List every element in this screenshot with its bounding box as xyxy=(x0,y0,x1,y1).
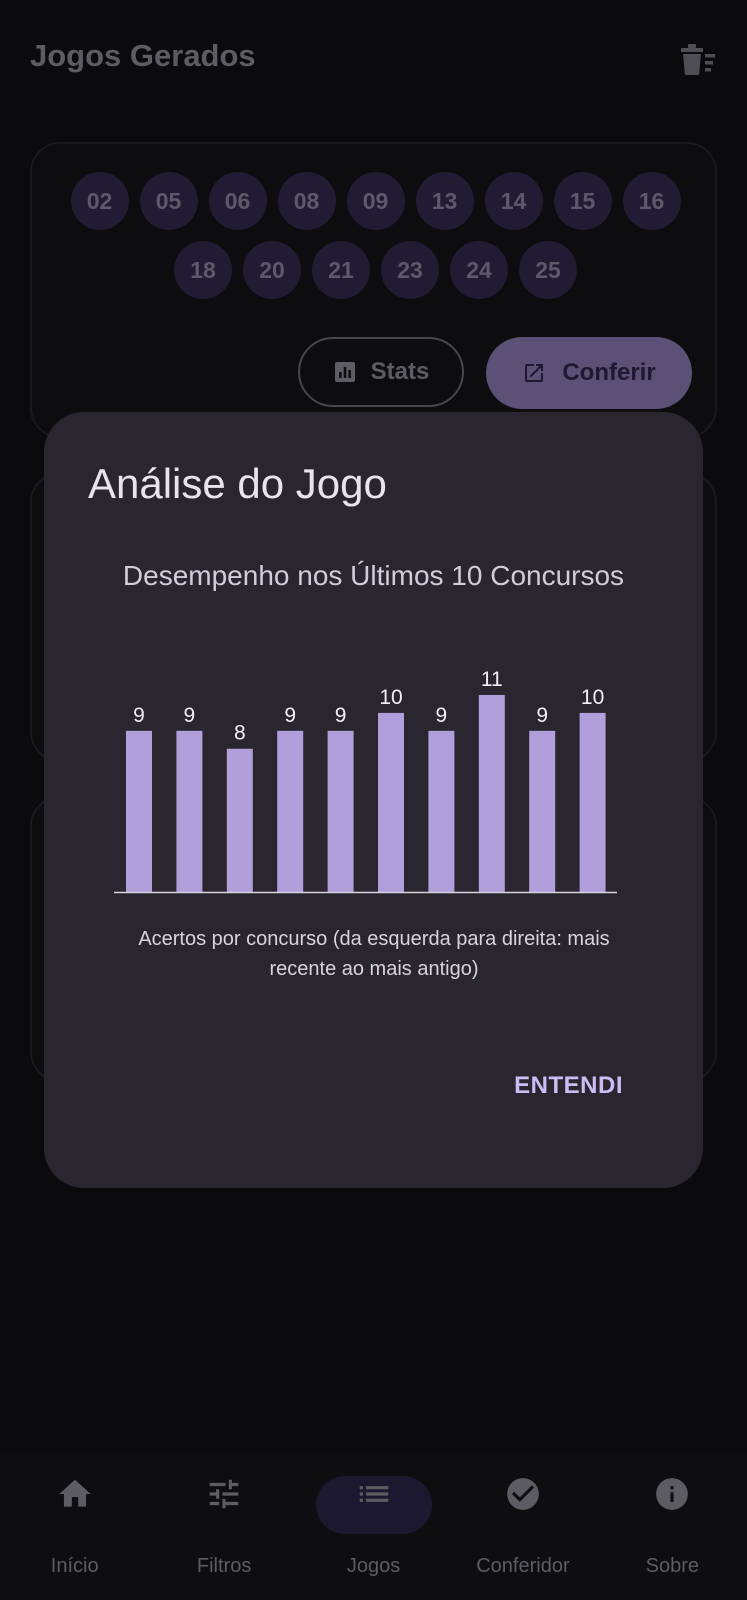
chart-bar xyxy=(378,712,404,892)
number-ball: 06 xyxy=(208,172,267,230)
bar-value-label: 8 xyxy=(234,722,246,745)
number-ball: 05 xyxy=(139,172,198,230)
chart-bar xyxy=(176,730,203,892)
number-balls: 02 05 06 08 09 13 14 15 16 18 20 21 23 24 25 xyxy=(32,172,719,310)
number-ball: 13 xyxy=(415,172,474,230)
bar-value-label: 9 xyxy=(436,704,448,727)
game-card: 02 05 06 08 09 13 14 15 16 18 20 21 23 24 25 Stats Co… xyxy=(30,142,717,438)
open-in-new-icon xyxy=(525,364,544,382)
number-ball: 23 xyxy=(381,241,439,299)
app-bar: Jogos Gerados xyxy=(0,0,747,118)
home-icon xyxy=(58,1479,91,1507)
chart-bar xyxy=(529,730,556,892)
nav-label: Sobre xyxy=(645,1555,700,1577)
chart-caption: Acertos por concurso (da esquerda para d… xyxy=(138,928,610,980)
dialog-title: Análise do Jogo xyxy=(88,460,387,507)
nav-item-sobre[interactable]: Sobre xyxy=(598,1455,747,1600)
bar-value-label: 9 xyxy=(184,704,196,727)
chart-bar xyxy=(478,695,505,892)
number-ball: 24 xyxy=(450,241,508,299)
number-ball: 16 xyxy=(622,172,681,230)
number-ball: 08 xyxy=(277,172,336,230)
page-title: Jogos Gerados xyxy=(30,38,256,73)
nav-item-conferidor[interactable]: Conferidor xyxy=(448,1455,597,1600)
chart-bar xyxy=(126,730,152,892)
bar-value-label: 10 xyxy=(581,686,604,709)
number-ball: 15 xyxy=(553,172,612,230)
conferir-button-label: Conferir xyxy=(562,359,656,386)
analysis-dialog: Análise do Jogo Desempenho nos Últimos 1… xyxy=(44,412,703,1188)
chart-bar xyxy=(327,730,354,892)
nav-item-filtros[interactable]: Filtros xyxy=(149,1455,298,1600)
number-ball: 09 xyxy=(346,172,405,230)
bar-chart-icon xyxy=(334,362,355,382)
number-ball: 20 xyxy=(243,241,301,299)
nav-label: Início xyxy=(50,1555,99,1577)
stats-button-label: Stats xyxy=(370,358,430,385)
number-ball: 14 xyxy=(484,172,543,230)
info-icon xyxy=(656,1478,689,1510)
list-icon xyxy=(359,1486,388,1502)
number-ball: 21 xyxy=(312,241,370,299)
nav-item-inicio[interactable]: Início xyxy=(0,1455,149,1600)
chart-bar xyxy=(579,712,606,892)
chart-bar xyxy=(428,730,455,892)
chart-bar xyxy=(226,748,253,892)
numbers-row-2: 18 20 21 23 24 25 xyxy=(32,241,719,299)
nav-label: Jogos xyxy=(346,1555,401,1577)
entendi-button[interactable]: ENTENDI xyxy=(514,1072,623,1100)
nav-label: Filtros xyxy=(196,1555,252,1577)
number-ball: 02 xyxy=(70,172,129,230)
bar-value-label: 9 xyxy=(335,704,347,727)
stats-button[interactable]: Stats xyxy=(298,337,464,407)
delete-sweep-icon[interactable] xyxy=(677,42,717,78)
number-ball: 25 xyxy=(519,241,577,299)
conferir-button[interactable]: Conferir xyxy=(486,337,692,409)
chart-bar xyxy=(277,730,304,892)
tune-icon xyxy=(209,1479,239,1509)
chart-title: Desempenho nos Últimos 10 Concursos xyxy=(122,560,625,591)
bar-value-label: 9 xyxy=(284,704,296,727)
numbers-row-1: 02 05 06 08 09 13 14 15 16 xyxy=(32,172,719,230)
bar-value-label: 9 xyxy=(133,704,145,727)
bar-value-label: 10 xyxy=(379,686,402,709)
bar-value-label: 9 xyxy=(536,704,548,727)
bar-value-label: 11 xyxy=(481,668,503,691)
nav-item-jogos[interactable]: Jogos xyxy=(299,1455,448,1600)
bottom-navigation: Início Filtros Jogos Conferidor Sobre xyxy=(0,1455,747,1600)
number-ball: 18 xyxy=(174,241,232,299)
check-circle-icon xyxy=(507,1478,539,1510)
nav-label: Conferidor xyxy=(476,1555,570,1577)
